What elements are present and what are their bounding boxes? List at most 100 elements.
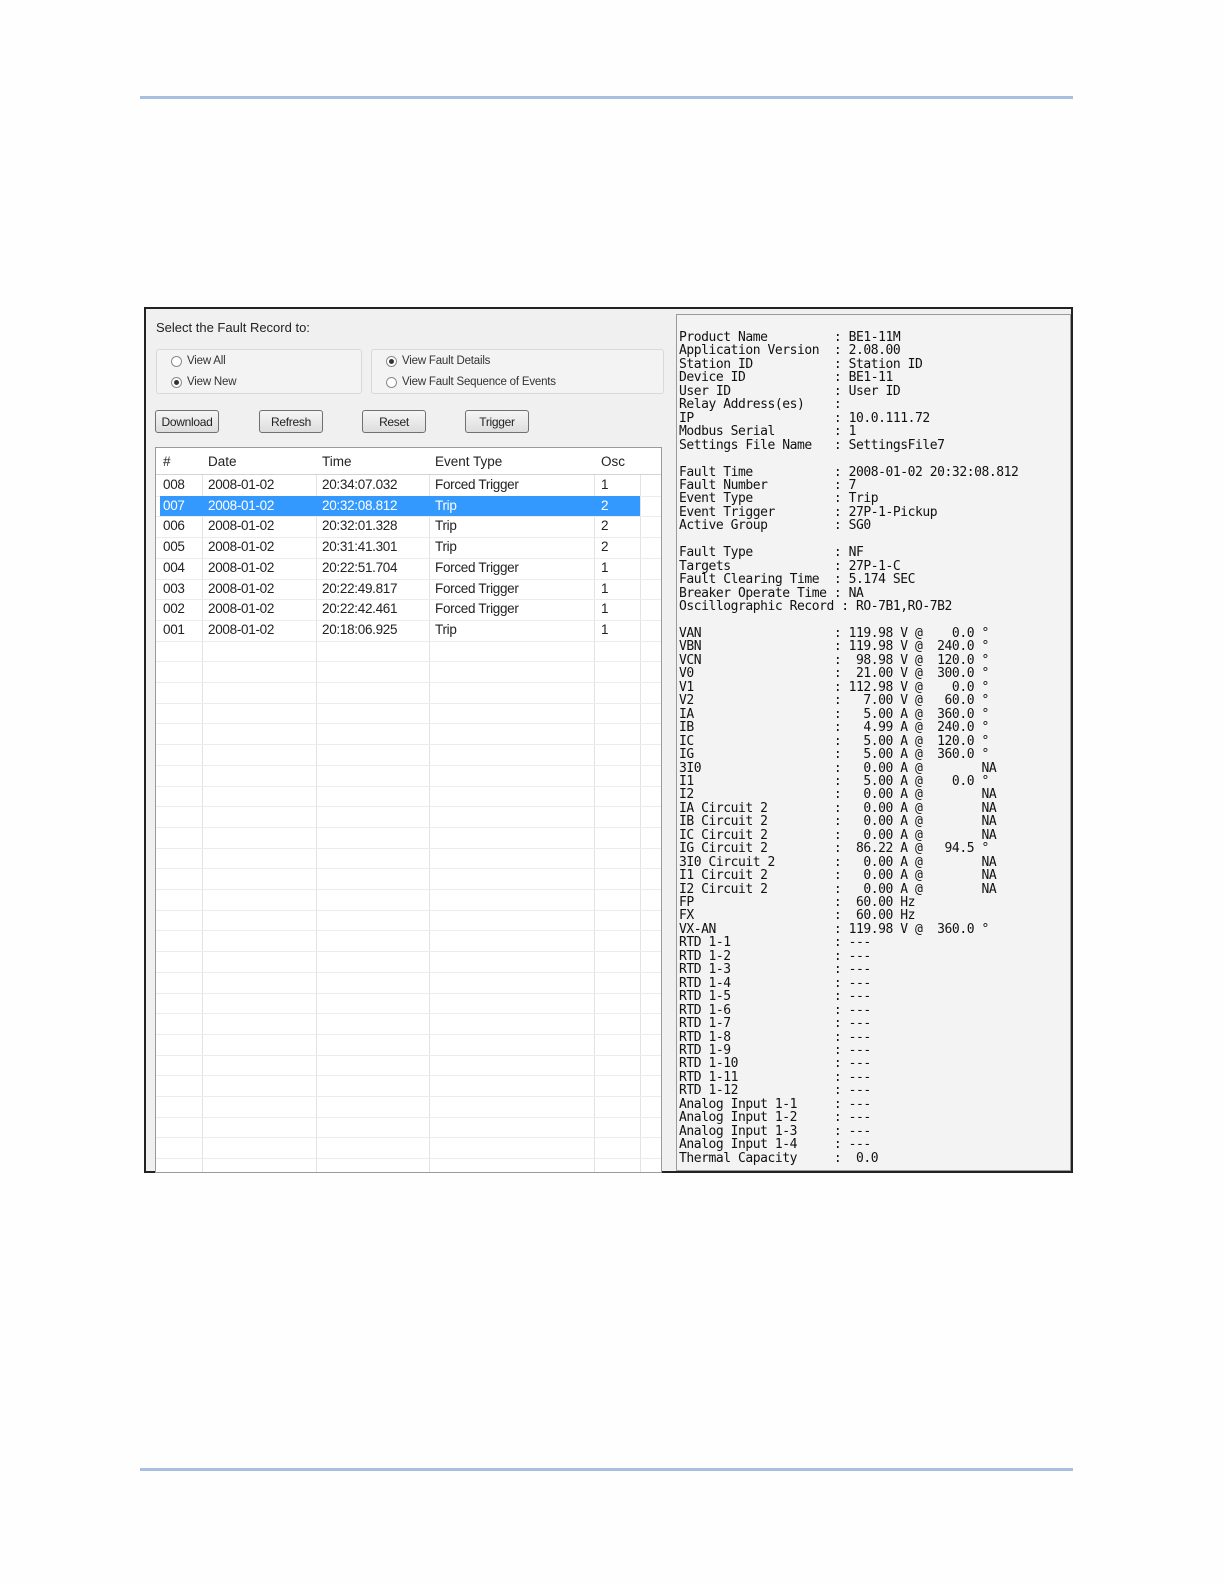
table-row[interactable]: 008 2008-01-02 20:34:07.032 Forced Trigger 1 [156,475,640,495]
record-number: 002 [163,601,185,616]
row-gridline [156,910,661,911]
reset-button[interactable]: Reset [362,410,426,433]
row-gridline [156,951,661,952]
row-gridline [156,765,661,766]
row-gridline [156,1137,661,1138]
radio-indicator-fault-details [386,355,397,367]
record-osc: 1 [601,560,609,575]
record-date: 2008-01-02 [208,539,275,554]
view-filter-group: View All View New [156,349,362,394]
table-row[interactable]: 007 2008-01-02 20:32:08.812 Trip 2 [160,496,640,516]
row-gridline [156,993,661,994]
record-osc: 2 [601,498,609,513]
row-gridline [156,682,661,683]
view-fault-sequence-label: View Fault Sequence of Events [402,376,556,388]
view-all-label: View All [187,355,226,367]
record-number: 003 [163,581,185,596]
record-date: 2008-01-02 [208,622,275,637]
record-date: 2008-01-02 [208,498,275,513]
record-event-type: Trip [435,539,457,554]
record-osc: 2 [601,539,609,554]
record-time: 20:34:07.032 [322,477,398,492]
fault-records-screenshot: Select the Fault Record to: View All Vie… [144,307,1073,1173]
record-time: 20:32:08.812 [322,498,398,513]
record-event-type: Trip [435,518,457,533]
record-osc: 1 [601,581,609,596]
record-time: 20:22:49.817 [322,581,398,596]
row-gridline [156,827,661,828]
row-gridline [156,744,661,745]
row-gridline [156,641,661,642]
fault-records-table[interactable]: # Date Time Event Type Osc 008 2008-01-02… [155,447,662,1173]
record-osc: 1 [601,622,609,637]
record-time: 20:22:51.704 [322,560,398,575]
record-time: 20:31:41.301 [322,539,398,554]
report-text: Product Name : BE1-11M Application Versi… [679,330,1019,1166]
record-date: 2008-01-02 [208,581,275,596]
row-gridline [156,703,661,704]
row-gridline [156,723,661,724]
column-divider [640,448,641,1172]
record-number: 006 [163,518,185,533]
row-gridline [156,1075,661,1076]
trigger-button[interactable]: Trigger [465,410,529,433]
column-header-osc[interactable]: Osc [601,454,625,469]
record-osc: 1 [601,477,609,492]
record-date: 2008-01-02 [208,518,275,533]
fault-details-report: Product Name : BE1-11M Application Versi… [676,314,1071,1171]
record-date: 2008-01-02 [208,601,275,616]
record-number: 005 [163,539,185,554]
table-row[interactable]: 005 2008-01-02 20:31:41.301 Trip 2 [156,537,640,557]
download-button[interactable]: Download [155,410,219,433]
table-row[interactable]: 003 2008-01-02 20:22:49.817 Forced Trigger 1 [156,579,640,599]
row-gridline [156,972,661,973]
record-event-type: Forced Trigger [435,581,519,596]
page-footer-rule [140,1468,1073,1471]
page-header-rule [140,96,1073,99]
record-number: 007 [163,498,185,513]
row-gridline [156,848,661,849]
record-number: 004 [163,560,185,575]
column-header-number[interactable]: # [163,454,171,469]
radio-indicator-view-new [171,376,182,388]
record-number: 001 [163,622,185,637]
view-all-radio[interactable]: View All [171,355,226,367]
record-time: 20:18:06.925 [322,622,398,637]
refresh-button[interactable]: Refresh [259,410,323,433]
view-fault-sequence-radio[interactable]: View Fault Sequence of Events [386,376,556,388]
record-number: 008 [163,477,185,492]
view-mode-group: View Fault Details View Fault Sequence o… [371,349,664,394]
record-event-type: Trip [435,622,457,637]
view-fault-details-radio[interactable]: View Fault Details [386,355,490,367]
column-header-time[interactable]: Time [322,454,352,469]
table-row[interactable]: 002 2008-01-02 20:22:42.461 Forced Trigger 1 [156,599,640,619]
view-new-radio[interactable]: View New [171,376,237,388]
row-gridline [156,930,661,931]
column-header-date[interactable]: Date [208,454,237,469]
table-row[interactable]: 001 2008-01-02 20:18:06.925 Trip 1 [156,620,640,640]
record-event-type: Forced Trigger [435,601,519,616]
radio-indicator-view-all [171,355,182,367]
row-gridline [156,806,661,807]
row-gridline [156,1013,661,1014]
row-gridline [156,1055,661,1056]
record-event-type: Trip [435,498,457,513]
column-header-event-type[interactable]: Event Type [435,454,502,469]
table-row[interactable]: 004 2008-01-02 20:22:51.704 Forced Trigger 1 [156,558,640,578]
table-row[interactable]: 006 2008-01-02 20:32:01.328 Trip 2 [156,516,640,536]
row-gridline [156,1117,661,1118]
record-time: 20:32:01.328 [322,518,398,533]
view-new-label: View New [187,376,237,388]
row-gridline [156,1034,661,1035]
record-osc: 2 [601,518,609,533]
row-gridline [156,868,661,869]
record-event-type: Forced Trigger [435,560,519,575]
record-date: 2008-01-02 [208,560,275,575]
row-gridline [156,661,661,662]
row-gridline [156,786,661,787]
record-time: 20:22:42.461 [322,601,398,616]
view-fault-details-label: View Fault Details [402,355,491,367]
record-event-type: Forced Trigger [435,477,519,492]
row-gridline [156,889,661,890]
fault-record-selector: Select the Fault Record to: View All Vie… [146,309,674,1173]
